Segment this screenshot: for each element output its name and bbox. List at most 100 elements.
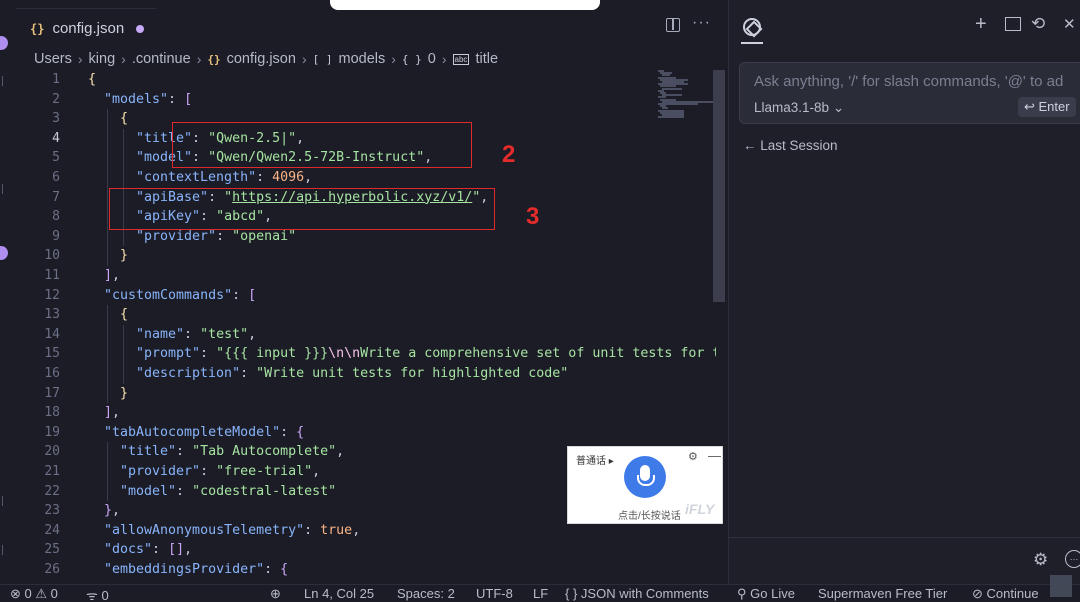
notification-corner[interactable] bbox=[1050, 575, 1072, 597]
line-number: 5 bbox=[52, 150, 60, 166]
settings-icon[interactable] bbox=[2, 545, 10, 555]
history-icon[interactable]: ⟲ bbox=[1031, 14, 1045, 34]
code-line[interactable]: 16 "description": "Write unit tests for h… bbox=[16, 364, 716, 384]
code-line[interactable]: 6 "contextLength": 4096, bbox=[16, 168, 716, 188]
gear-icon[interactable]: ⚙ bbox=[1033, 550, 1048, 570]
symbol-icon: abc bbox=[452, 53, 470, 65]
supermaven-status[interactable]: Supermaven Free Tier bbox=[818, 586, 947, 601]
code-line[interactable]: 12 "customCommands": [ bbox=[16, 286, 716, 306]
code-line[interactable]: 13 { bbox=[16, 305, 716, 325]
code-token: "free-trial" bbox=[216, 464, 313, 479]
annotation-box-2 bbox=[172, 122, 472, 168]
tab-config-json[interactable]: {} config.json bbox=[16, 8, 156, 48]
code-text: ], bbox=[104, 403, 120, 423]
code-token: 4096 bbox=[272, 170, 305, 185]
line-number: 14 bbox=[44, 326, 60, 342]
annotation-label-3: 3 bbox=[526, 203, 540, 230]
breadcrumb-item[interactable]: models bbox=[338, 51, 385, 67]
zoom-icon[interactable]: ⊕ bbox=[270, 586, 281, 602]
ports-indicator[interactable]: ᯤ 0 bbox=[86, 586, 109, 602]
minimap-line bbox=[658, 116, 684, 119]
end-of-line[interactable]: LF bbox=[533, 586, 548, 601]
vertical-scrollbar[interactable] bbox=[713, 70, 725, 302]
fullscreen-icon[interactable] bbox=[1005, 17, 1021, 31]
code-line[interactable]: 2 "models": [ bbox=[16, 90, 716, 110]
code-text: } bbox=[120, 246, 128, 266]
code-token: { bbox=[280, 562, 289, 577]
code-line[interactable]: 19 "tabAutocompleteModel": { bbox=[16, 423, 716, 443]
account-icon[interactable] bbox=[2, 496, 10, 506]
continue-status[interactable]: ⊘ Continue bbox=[972, 586, 1039, 602]
code-token: "embeddingsProvider" bbox=[104, 562, 265, 577]
split-editor-icon[interactable] bbox=[666, 18, 680, 32]
code-line[interactable]: 10} bbox=[16, 246, 716, 266]
ime-minimize-icon[interactable]: — bbox=[708, 448, 721, 463]
problems-indicator[interactable]: ⊗ 0 ⚠ 0 bbox=[10, 586, 58, 602]
code-line[interactable]: 17} bbox=[16, 383, 716, 404]
language-mode[interactable]: { } JSON with Comments bbox=[565, 586, 709, 601]
annotation-box-3 bbox=[109, 188, 495, 230]
line-number: 7 bbox=[52, 189, 60, 205]
ime-language-mode[interactable]: 普通话 ▸ bbox=[576, 452, 614, 467]
code-text: "customCommands": [ bbox=[104, 286, 256, 306]
microphone-icon[interactable] bbox=[624, 456, 666, 498]
indent-guide bbox=[107, 168, 108, 188]
unsaved-dot-icon[interactable] bbox=[136, 24, 145, 33]
breadcrumb-item[interactable]: config.json bbox=[227, 51, 296, 67]
line-number: 19 bbox=[44, 424, 60, 440]
chat-input-placeholder[interactable]: Ask anything, '/' for slash commands, '@… bbox=[754, 73, 1063, 90]
indent-guide bbox=[107, 324, 108, 345]
code-token: \n\n bbox=[328, 346, 361, 362]
ime-settings-icon[interactable]: ⚙ bbox=[688, 450, 698, 463]
go-live-button[interactable]: ⚲ Go Live bbox=[737, 586, 795, 602]
json-file-icon: {} bbox=[30, 21, 45, 36]
code-token: "docs" bbox=[104, 542, 153, 558]
more-options-icon[interactable]: … bbox=[1065, 550, 1080, 568]
code-line[interactable]: 1{ bbox=[16, 70, 716, 90]
code-token: "description" bbox=[136, 366, 241, 381]
continue-panel: + ⟲ ✕ Ask anything, '/' for slash comman… bbox=[728, 0, 1080, 584]
cursor-position[interactable]: Ln 4, Col 25 bbox=[304, 586, 374, 601]
line-number: 13 bbox=[44, 307, 60, 323]
code-token: "openai" bbox=[232, 228, 297, 244]
chat-input-box[interactable]: Ask anything, '/' for slash commands, '@… bbox=[739, 62, 1080, 124]
indentation[interactable]: Spaces: 2 bbox=[397, 586, 455, 601]
indent-guide bbox=[123, 148, 124, 168]
model-selector[interactable]: Llama3.1-8b ⌄ bbox=[754, 100, 844, 116]
encoding[interactable]: UTF-8 bbox=[476, 586, 513, 601]
minimap-line bbox=[662, 87, 682, 90]
code-text: ], bbox=[104, 266, 120, 286]
breadcrumb-item[interactable]: title bbox=[475, 51, 498, 67]
close-icon[interactable]: ✕ bbox=[1063, 15, 1076, 33]
enter-button[interactable]: ↩ Enter bbox=[1018, 97, 1076, 117]
code-token: : bbox=[232, 287, 249, 303]
code-line[interactable]: 14 "name": "test", bbox=[16, 324, 716, 345]
minimap[interactable] bbox=[654, 70, 716, 120]
code-line[interactable]: 18], bbox=[16, 403, 716, 423]
code-line[interactable]: 25 "docs": [], bbox=[16, 540, 716, 560]
activity-bar-edge bbox=[0, 0, 16, 584]
activity-icon[interactable] bbox=[2, 184, 10, 194]
line-number: 21 bbox=[44, 464, 60, 479]
indent-guide bbox=[107, 344, 108, 364]
code-line[interactable]: 11], bbox=[16, 266, 716, 286]
breadcrumb-item[interactable]: 0 bbox=[428, 51, 436, 67]
breadcrumb-item[interactable]: Users bbox=[34, 51, 72, 67]
code-line[interactable]: 26 "embeddingsProvider": { bbox=[16, 560, 716, 580]
symbol-icon: [ ] bbox=[312, 52, 333, 66]
breadcrumb-item[interactable]: .continue bbox=[132, 51, 191, 67]
line-number: 8 bbox=[52, 209, 60, 225]
code-token: : bbox=[176, 444, 193, 460]
indent-guide bbox=[107, 383, 108, 404]
code-token: ] bbox=[104, 405, 113, 421]
continue-logo-icon[interactable] bbox=[743, 18, 761, 36]
more-actions-icon[interactable]: ··· bbox=[692, 14, 711, 32]
last-session-link[interactable]: ← Last Session bbox=[743, 138, 838, 153]
code-text: { bbox=[120, 305, 128, 325]
activity-icon[interactable] bbox=[2, 76, 10, 86]
new-session-icon[interactable]: + bbox=[975, 13, 987, 36]
breadcrumb-item[interactable]: king bbox=[89, 51, 116, 67]
code-text: "contextLength": 4096, bbox=[136, 168, 312, 188]
symbol-icon: { } bbox=[401, 52, 422, 66]
code-line[interactable]: 15 "prompt": "{{{ input }}}\n\nWrite a co… bbox=[16, 344, 716, 364]
